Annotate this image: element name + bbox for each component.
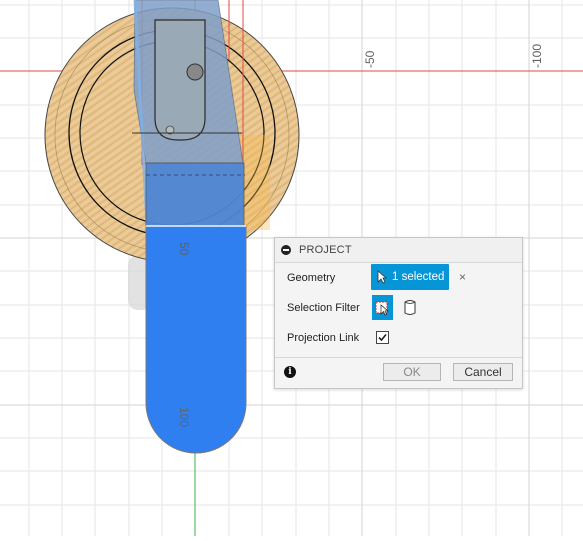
info-icon[interactable]: i [284, 366, 296, 378]
dialog-header: PROJECT [275, 238, 522, 263]
projection-link-checkbox[interactable] [376, 331, 389, 344]
projection-link-label: Projection Link [287, 332, 360, 344]
arm-mid-section[interactable] [145, 162, 245, 227]
collapse-icon[interactable] [281, 245, 291, 255]
dialog-title: PROJECT [299, 244, 352, 256]
dim-label-neg100: -100 [530, 44, 544, 68]
geometry-selection-button[interactable]: 1 selected [371, 264, 449, 290]
dim-label-neg50: -50 [363, 50, 377, 68]
ok-button[interactable]: OK [383, 363, 441, 381]
geometry-selection-count: 1 selected [392, 271, 445, 283]
selection-filter-label: Selection Filter [287, 302, 360, 314]
select-entities-icon [375, 301, 389, 316]
cancel-button[interactable]: Cancel [453, 363, 513, 381]
cursor-icon [377, 270, 387, 284]
highlight-region [240, 135, 270, 230]
pivot-hole [186, 63, 204, 81]
dim-label-100: 100 [177, 407, 191, 427]
geometry-label: Geometry [287, 272, 336, 284]
bodies-filter-button[interactable] [402, 299, 418, 316]
dim-label-50: 50 [177, 242, 191, 256]
body-cylinder-icon [404, 300, 416, 315]
project-dialog: PROJECT Geometry 1 selected × Selection … [274, 237, 523, 389]
clear-selection-icon[interactable]: × [459, 270, 466, 284]
selected-lower-arm[interactable] [145, 225, 247, 454]
checkmark-icon [378, 333, 387, 342]
specified-entities-filter-button[interactable] [372, 295, 393, 320]
dialog-separator [275, 357, 522, 358]
